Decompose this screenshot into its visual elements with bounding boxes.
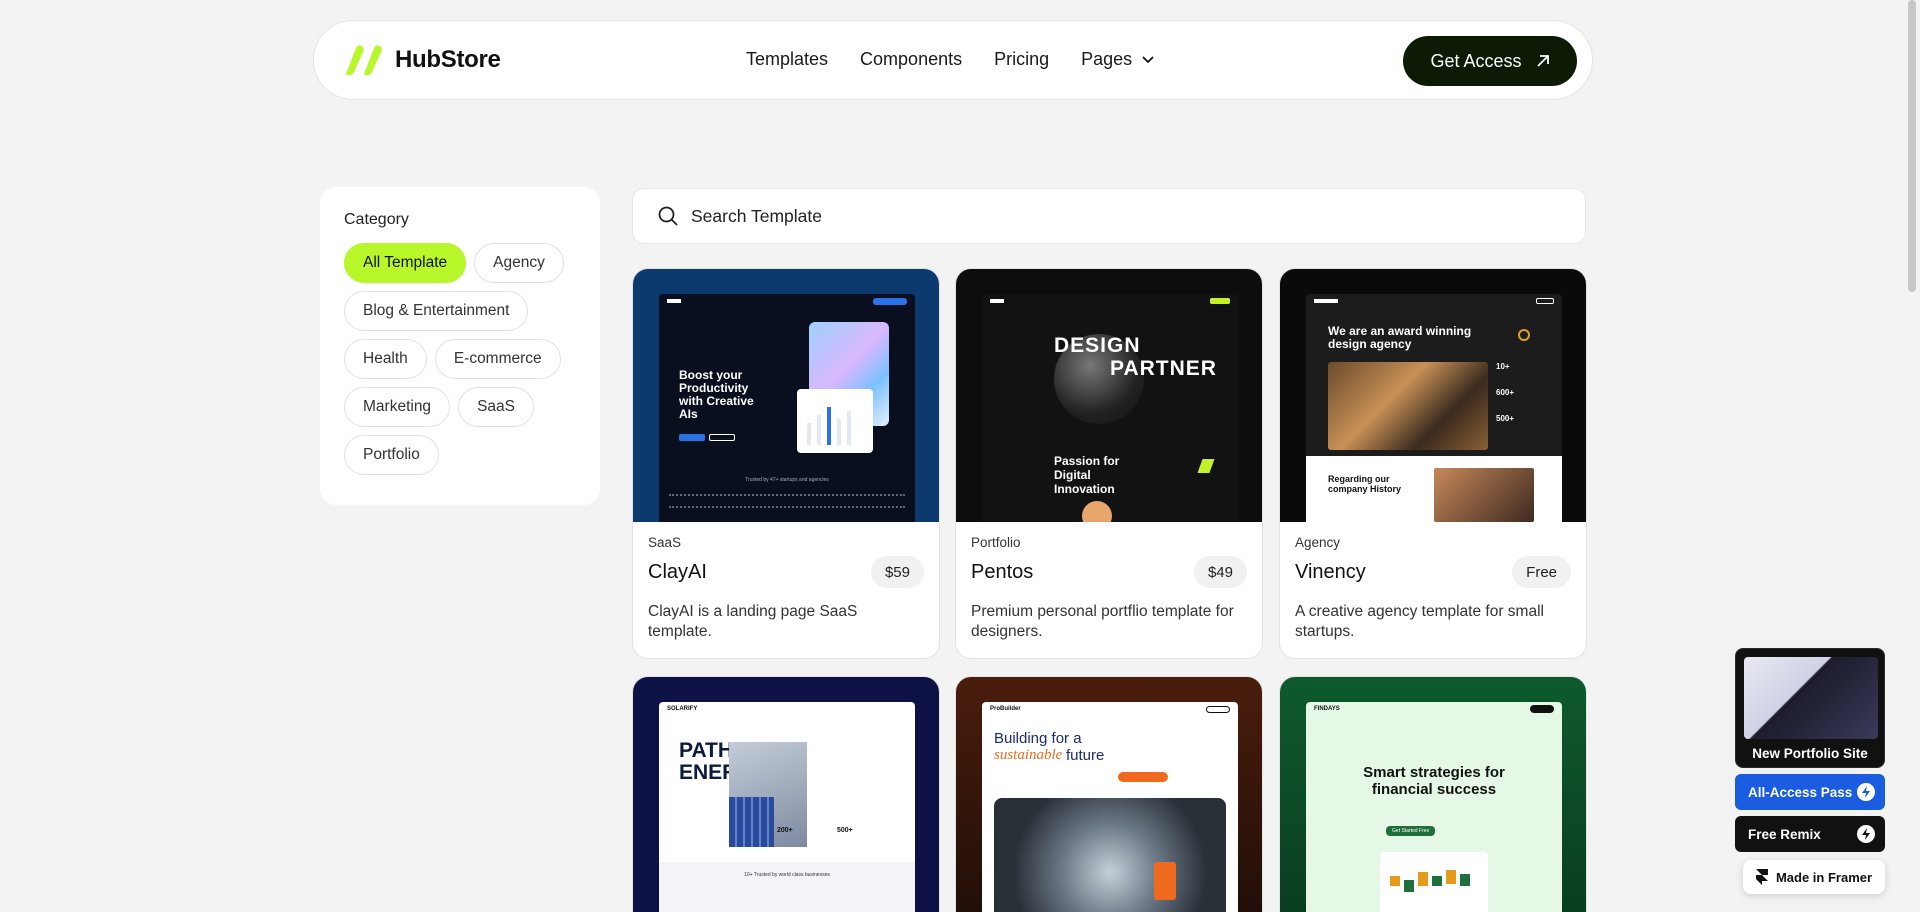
card-thumbnail: SOLARIFY PATH TO ENERGY. 200+ 500+ 10+ T…: [633, 677, 939, 912]
made-in-framer-label: Made in Framer: [1775, 869, 1873, 885]
template-card-pentos[interactable]: DESIGN PARTNER Passion for Digital Innov…: [955, 268, 1263, 659]
preview-history: Regarding our company History: [1328, 474, 1402, 494]
nav-templates[interactable]: Templates: [746, 49, 828, 70]
card-description: A creative agency template for small sta…: [1295, 603, 1544, 640]
preview-cta: Get Started Free: [1386, 826, 1436, 836]
nav-components[interactable]: Components: [860, 49, 962, 70]
card-body: SaaS ClayAI $59 ClayAI is a landing page…: [633, 522, 939, 658]
free-remix-label: Free Remix: [1748, 826, 1821, 842]
template-card-vinency[interactable]: We are an award winning design agency 10…: [1279, 268, 1587, 659]
search-icon: [658, 206, 678, 226]
card-description: ClayAI is a landing page SaaS template.: [648, 603, 858, 640]
preview-stat-3: 500+: [1496, 414, 1515, 423]
chip-agency[interactable]: Agency: [474, 243, 564, 283]
chip-all-template[interactable]: All Template: [344, 243, 467, 283]
all-access-label: All-Access Pass: [1748, 784, 1853, 800]
site-header: HubStore Templates Components Pricing Pa…: [313, 20, 1593, 100]
site-preview: SOLARIFY PATH TO ENERGY. 200+ 500+ 10+ T…: [659, 702, 915, 912]
site-preview: ProBuilder Building for a sustainable fu…: [982, 702, 1238, 912]
preview-stat-2: 600+: [1496, 388, 1515, 397]
search-bar: [632, 188, 1586, 244]
chip-marketing[interactable]: Marketing: [344, 387, 451, 427]
search-input[interactable]: [691, 205, 1551, 227]
preview-brand: ProBuilder: [990, 706, 1021, 712]
get-access-button[interactable]: Get Access: [1403, 36, 1577, 86]
preview-brand: SOLARIFY: [667, 706, 698, 712]
chevron-down-icon: [1142, 55, 1154, 63]
template-card-solarify[interactable]: SOLARIFY PATH TO ENERGY. 200+ 500+ 10+ T…: [632, 676, 940, 912]
price-badge: Free: [1512, 556, 1571, 588]
logo-icon: [345, 45, 382, 76]
preview-stat-2: 500+: [837, 827, 853, 834]
chip-blog-entertainment[interactable]: Blog & Entertainment: [344, 291, 529, 331]
preview-trusted: Trusted by 47+ startups and agencies: [745, 477, 829, 483]
chip-health[interactable]: Health: [344, 339, 427, 379]
chip-saas[interactable]: SaaS: [458, 387, 534, 427]
bolt-icon: [1857, 825, 1875, 843]
promo-label: New Portfolio Site: [1752, 746, 1868, 761]
nav-pages[interactable]: Pages: [1081, 49, 1154, 70]
card-thumbnail: ProBuilder Building for a sustainable fu…: [956, 677, 1262, 912]
framer-promo-card[interactable]: New Portfolio Site: [1735, 648, 1885, 768]
scrollbar-thumb[interactable]: [1908, 0, 1916, 292]
bolt-icon: [1857, 783, 1875, 801]
template-card-findays[interactable]: FINDAYS Smart strategies for financial s…: [1279, 676, 1587, 912]
preview-headline-3: future: [1066, 747, 1105, 764]
framer-logo-icon: [1755, 869, 1768, 885]
card-thumbnail: We are an award winning design agency 10…: [1280, 269, 1586, 522]
category-sidebar: Category All Template Agency Blog & Ente…: [320, 187, 600, 505]
preview-headline: Boost your Productivity with Creative AI…: [679, 368, 754, 421]
made-in-framer-badge[interactable]: Made in Framer: [1743, 860, 1885, 894]
card-title: ClayAI: [648, 560, 707, 583]
card-title: Pentos: [971, 560, 1034, 583]
promo-thumbnail: [1744, 657, 1878, 739]
card-category: SaaS: [648, 535, 682, 550]
price-badge: $49: [1193, 556, 1247, 588]
card-description: Premium personal portflio template for d…: [971, 603, 1234, 640]
preview-trusted: 10+ Trusted by world class businesses: [744, 872, 830, 878]
card-thumbnail: FINDAYS Smart strategies for financial s…: [1280, 677, 1586, 912]
card-title: Vinency: [1295, 560, 1366, 583]
free-remix-button[interactable]: Free Remix: [1735, 816, 1885, 852]
page-scrollbar[interactable]: [1902, 0, 1920, 912]
template-card-probuilder[interactable]: ProBuilder Building for a sustainable fu…: [955, 676, 1263, 912]
preview-headline-1: DESIGN: [1054, 334, 1141, 357]
preview-headline-2: PARTNER: [1110, 357, 1217, 380]
preview-brand: FINDAYS: [1314, 706, 1340, 712]
price-badge: $59: [870, 556, 924, 588]
preview-headline: Smart strategies for financial success: [1363, 764, 1505, 798]
card-thumbnail: Boost your Productivity with Creative AI…: [633, 269, 939, 522]
card-body: Portfolio Pentos $49 Premium personal po…: [956, 522, 1262, 658]
preview-headline: We are an award winning design agency: [1328, 324, 1472, 351]
get-access-label: Get Access: [1430, 50, 1522, 71]
preview-subheadline: Passion for Digital Innovation: [1054, 454, 1120, 496]
card-category: Agency: [1295, 535, 1341, 550]
site-preview: FINDAYS Smart strategies for financial s…: [1306, 702, 1562, 912]
category-title: Category: [344, 211, 409, 228]
chip-ecommerce[interactable]: E-commerce: [434, 339, 561, 379]
arrow-up-right-icon: [1536, 55, 1549, 67]
logo[interactable]: HubStore: [342, 44, 501, 76]
chip-portfolio[interactable]: Portfolio: [344, 435, 439, 475]
site-preview: DESIGN PARTNER Passion for Digital Innov…: [982, 294, 1238, 522]
template-card-clayai[interactable]: Boost your Productivity with Creative AI…: [632, 268, 940, 659]
preview-stat-1: 200+: [777, 827, 793, 834]
brand-name: HubStore: [395, 46, 501, 73]
all-access-pass-button[interactable]: All-Access Pass: [1735, 774, 1885, 810]
card-body: Agency Vinency Free A creative agency te…: [1280, 522, 1586, 658]
card-category: Portfolio: [971, 535, 1021, 550]
category-chips: All Template Agency Blog & Entertainment…: [344, 243, 576, 475]
card-thumbnail: DESIGN PARTNER Passion for Digital Innov…: [956, 269, 1262, 522]
site-preview: Boost your Productivity with Creative AI…: [659, 294, 915, 522]
nav-pages-label: Pages: [1081, 49, 1133, 69]
site-preview: We are an award winning design agency 10…: [1306, 294, 1562, 522]
preview-headline-1: Building for a: [994, 730, 1082, 747]
preview-headline-2: sustainable: [994, 747, 1063, 763]
nav-pricing[interactable]: Pricing: [994, 49, 1049, 70]
main-nav: Templates Components Pricing Pages: [746, 49, 1186, 70]
preview-stat-1: 10+: [1496, 362, 1510, 371]
